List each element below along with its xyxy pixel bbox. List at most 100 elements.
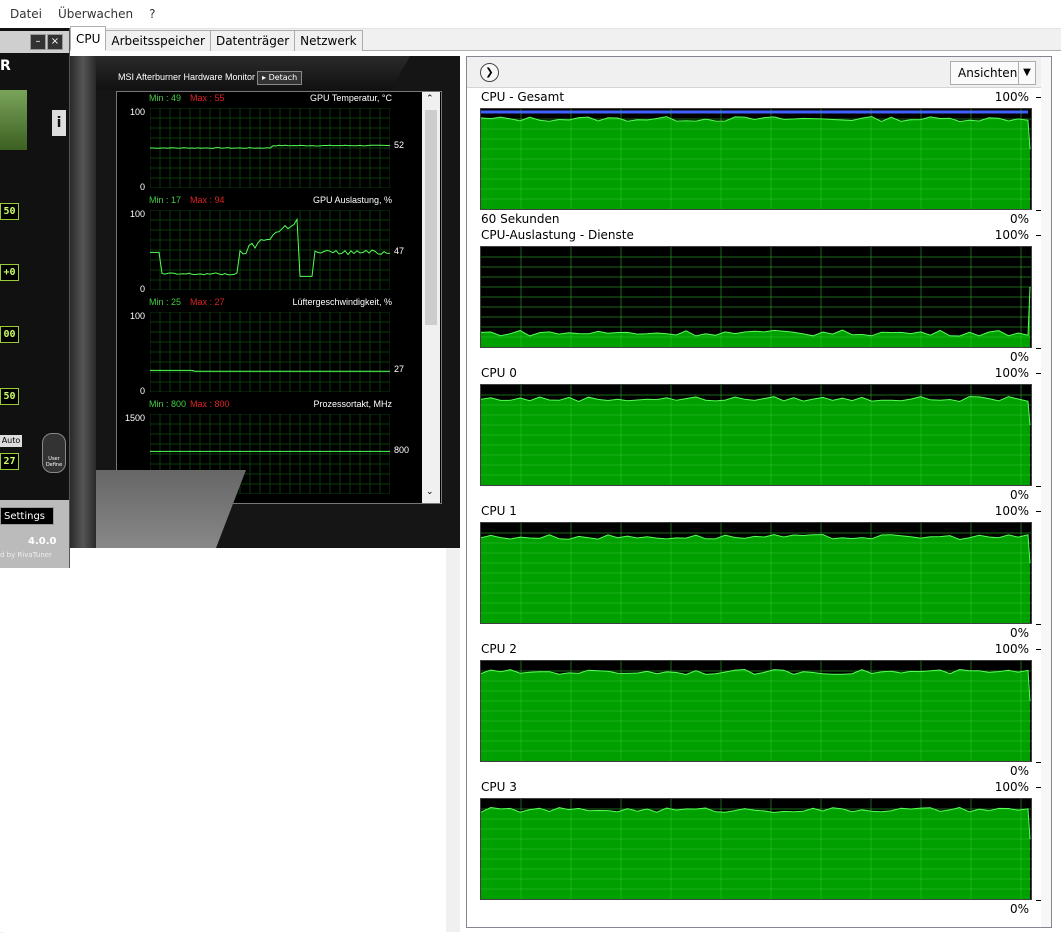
afterburner-bottom-bar: Settings 4.0.0 d by RivaTuner bbox=[0, 500, 69, 568]
hw-plot bbox=[150, 210, 390, 290]
usage-line bbox=[481, 286, 1031, 337]
user-define-button[interactable]: User Define bbox=[42, 433, 66, 473]
hw-current-value: 52 bbox=[394, 140, 405, 151]
usage-area bbox=[481, 807, 1030, 899]
graph-canvas bbox=[480, 246, 1032, 348]
version-label: 4.0.0 bbox=[28, 536, 57, 547]
scroll-thumb[interactable] bbox=[425, 110, 437, 325]
graph-title: CPU 1 bbox=[481, 504, 517, 518]
scroll-up-icon[interactable]: ⌃ bbox=[426, 94, 434, 104]
cpu-graph-panel: ❯ Ansichten ▼ CPU - Gesamt 100% 0% 60 Sekun… bbox=[466, 56, 1052, 928]
graph-max-label: 100% bbox=[994, 780, 1029, 794]
hardware-monitor-graphs: Min : 49 Max : 55 GPU Temperatur, °C 100 0 52… bbox=[116, 91, 442, 504]
hw-min-label: Min : 49 bbox=[149, 93, 182, 103]
panel-splitter[interactable] bbox=[446, 548, 460, 932]
info-icon[interactable]: i bbox=[52, 110, 66, 136]
graph-canvas bbox=[480, 522, 1032, 624]
graph-min-label: 0% bbox=[1009, 488, 1029, 502]
menu-bar: Datei Überwachen ? bbox=[0, 0, 1061, 29]
cpu-graph-1: CPU-Auslastung - Dienste 100% 0% bbox=[479, 228, 1044, 364]
detach-label: Detach bbox=[268, 73, 298, 82]
graph-max-label: 100% bbox=[994, 642, 1029, 656]
rivatuner-credit: d by RivaTuner bbox=[0, 551, 52, 559]
hardware-monitor-edge bbox=[70, 56, 96, 548]
hw-axis-zero: 0 bbox=[139, 284, 145, 294]
scroll-down-icon[interactable]: ⌄ bbox=[426, 487, 434, 497]
hw-max-label: Max : 55 bbox=[190, 93, 225, 103]
menu-item-help[interactable]: ? bbox=[143, 7, 161, 21]
menu-item-datei[interactable]: Datei bbox=[4, 7, 48, 21]
hw-max-label: Max : 800 bbox=[190, 399, 230, 409]
cpu-graph-3: CPU 1 100% 0% bbox=[479, 504, 1044, 640]
usage-area bbox=[481, 669, 1030, 761]
cpu-graph-2: CPU 0 100% 0% bbox=[479, 366, 1044, 502]
hardware-monitor-scrollbar[interactable]: ⌃ ⌄ bbox=[422, 92, 440, 503]
hw-plot bbox=[150, 312, 390, 392]
power-limit-value: +0 bbox=[0, 264, 19, 281]
cpu-usage-plot bbox=[481, 385, 1031, 485]
hw-plot bbox=[150, 108, 390, 188]
cpu-usage-plot bbox=[481, 661, 1031, 761]
cpu-graph-4: CPU 2 100% 0% bbox=[479, 642, 1044, 778]
graph-canvas bbox=[480, 660, 1032, 762]
tab-arbeitsspeicher[interactable]: Arbeitsspeicher bbox=[105, 30, 211, 51]
hw-current-value: 47 bbox=[394, 246, 405, 257]
close-icon[interactable]: × bbox=[47, 34, 63, 50]
hw-min-label: Min : 17 bbox=[149, 195, 182, 205]
hw-max-label: Max : 27 bbox=[190, 297, 225, 307]
tab-datentraeger[interactable]: Datenträger bbox=[209, 30, 296, 51]
graph-title: CPU 3 bbox=[481, 780, 517, 794]
cpu-graph-0: CPU - Gesamt 100% 0% 60 Sekunden bbox=[479, 90, 1044, 226]
graph-title: CPU - Gesamt bbox=[481, 90, 565, 104]
graph-canvas bbox=[480, 384, 1032, 486]
hw-min-label: Min : 25 bbox=[149, 297, 182, 307]
graph-min-label: 0% bbox=[1009, 626, 1029, 640]
hw-min-label: Min : 800 bbox=[149, 399, 187, 409]
graph-panel-header: ❯ Ansichten ▼ bbox=[467, 57, 1051, 88]
graph-min-label: 0% bbox=[1009, 764, 1029, 778]
memory-clock-value: 50 bbox=[0, 388, 19, 405]
hw-max-label: Max : 94 bbox=[190, 195, 225, 205]
fan-speed-value: 27 bbox=[0, 453, 19, 470]
settings-button[interactable]: Settings bbox=[0, 507, 54, 525]
hw-current-value: 27 bbox=[394, 364, 405, 375]
ansichten-dropdown[interactable]: Ansichten ▼ bbox=[950, 61, 1036, 85]
hw-graph-name: Prozessortakt, MHz bbox=[313, 399, 392, 409]
core-voltage-value: 50 bbox=[0, 203, 19, 220]
afterburner-window: – × R i 50 +0 00 50 Auto 27 User Define … bbox=[0, 28, 70, 568]
expand-icon[interactable]: ❯ bbox=[480, 63, 499, 82]
hw-axis-top: 100 bbox=[129, 107, 145, 117]
detach-button[interactable]: ▸ Detach bbox=[257, 71, 303, 85]
minimize-icon[interactable]: – bbox=[30, 34, 46, 50]
graph-min-label: 0% bbox=[1009, 212, 1029, 226]
cpu-usage-plot bbox=[481, 523, 1031, 623]
tab-strip: CPU Arbeitsspeicher Datenträger Netzwerk bbox=[70, 26, 363, 51]
fan-auto-button[interactable]: Auto bbox=[0, 435, 22, 447]
usage-area bbox=[481, 396, 1030, 485]
usage-area bbox=[481, 116, 1030, 209]
usage-area bbox=[481, 534, 1030, 623]
graph-time-label: 60 Sekunden bbox=[481, 212, 560, 226]
tab-cpu[interactable]: CPU bbox=[70, 26, 107, 51]
hw-graph-name: GPU Auslastung, % bbox=[312, 195, 392, 205]
chevron-down-icon: ▼ bbox=[1018, 62, 1035, 84]
graph-max-label: 100% bbox=[994, 228, 1029, 242]
hw-axis-top: 100 bbox=[129, 209, 145, 219]
afterburner-titlebar: – × bbox=[0, 31, 69, 53]
hardware-monitor-title: MSI Afterburner Hardware Monitor bbox=[118, 72, 256, 82]
gpu-image bbox=[0, 90, 27, 150]
hw-graph-0: Min : 49 Max : 55 GPU Temperatur, °C 100 0 52 bbox=[117, 92, 422, 194]
hw-graph-1: Min : 17 Max : 94 GPU Auslastung, % 100 0 47 bbox=[117, 194, 422, 296]
cpu-usage-plot bbox=[481, 109, 1031, 209]
vertical-scrollbar[interactable] bbox=[1041, 57, 1051, 927]
hw-graph-2: Min : 25 Max : 27 Lüftergeschwindigkeit, %… bbox=[117, 296, 422, 398]
tab-netzwerk[interactable]: Netzwerk bbox=[294, 30, 363, 51]
graph-title: CPU 0 bbox=[481, 366, 517, 380]
graph-max-label: 100% bbox=[994, 366, 1029, 380]
menu-item-ueberwachen[interactable]: Überwachen bbox=[52, 7, 139, 21]
graph-min-label: 0% bbox=[1009, 350, 1029, 364]
hw-graph-name: GPU Temperatur, °C bbox=[310, 93, 392, 103]
graph-title: CPU 2 bbox=[481, 642, 517, 656]
logo-fragment: R bbox=[0, 58, 11, 74]
graph-canvas bbox=[480, 108, 1032, 210]
